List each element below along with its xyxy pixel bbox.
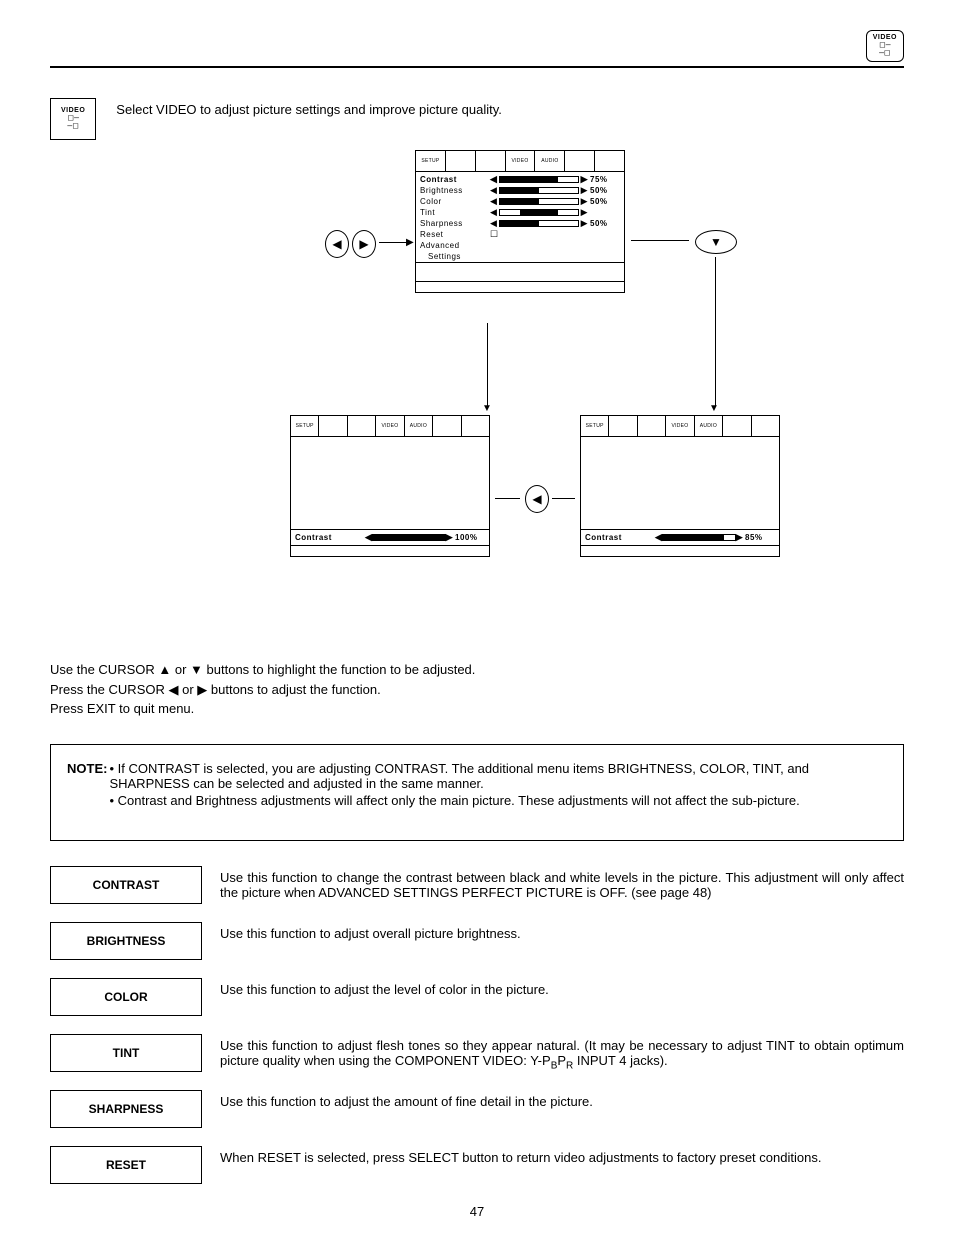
osd-tab — [476, 151, 506, 171]
osd-left-pct: 100% — [453, 533, 485, 542]
osd-tab — [638, 416, 666, 436]
osd-right-pct: 85% — [743, 533, 775, 542]
definition-row: RESET When RESET is selected, press SELEC… — [50, 1146, 904, 1184]
osd-row: Contrast◀▶75% — [420, 174, 620, 185]
dpad-left-icon: ◀ — [325, 230, 349, 258]
definition-label: TINT — [50, 1034, 202, 1072]
right-arrow-icon: ▶ — [197, 682, 207, 697]
osd-tab — [319, 416, 347, 436]
osd-tab — [348, 416, 376, 436]
osd-tab — [565, 151, 595, 171]
intro-row: VIDEO ◻——◻ Select VIDEO to adjust pictur… — [50, 98, 904, 140]
definition-label: RESET — [50, 1146, 202, 1184]
video-badge: VIDEO ◻——◻ — [866, 30, 904, 62]
definitions: CONTRAST Use this function to change the … — [50, 866, 904, 1184]
osd-tab: SETUP — [581, 416, 609, 436]
osd-row: Sharpness◀▶50% — [420, 218, 620, 229]
left-arrow-icon: ◀ — [168, 682, 178, 697]
osd-tab: VIDEO — [666, 416, 694, 436]
osd-tab — [752, 416, 779, 436]
diagram-area: ◀ ▶ ▶ SETUPVIDEOAUDIO Contrast◀▶75%Brigh… — [130, 150, 904, 650]
note-bullet-1: • If CONTRAST is selected, you are adjus… — [109, 761, 887, 791]
definition-row: BRIGHTNESS Use this function to adjust ov… — [50, 922, 904, 960]
definition-text: Use this function to adjust flesh tones … — [220, 1034, 904, 1072]
definition-text: Use this function to adjust the level of… — [220, 978, 904, 997]
down-arrow-icon: ▼ — [190, 662, 203, 677]
osd-right-label: Contrast — [585, 533, 655, 542]
definition-text: Use this function to adjust the amount o… — [220, 1090, 904, 1109]
page-number: 47 — [50, 1204, 904, 1219]
osd-tab: SETUP — [416, 151, 446, 171]
osd-tab — [609, 416, 637, 436]
note-box: NOTE: • If CONTRAST is selected, you are… — [50, 744, 904, 841]
up-arrow-icon: ▲ — [158, 662, 171, 677]
osd-tab: AUDIO — [695, 416, 723, 436]
definition-label: SHARPNESS — [50, 1090, 202, 1128]
definition-label: CONTRAST — [50, 866, 202, 904]
osd-row: Settings — [420, 251, 620, 262]
osd-row: Brightness◀▶50% — [420, 185, 620, 196]
osd-tab — [723, 416, 751, 436]
osd-main: SETUP VIDEOAUDIO Contrast◀▶75%Brightness◀… — [415, 150, 625, 293]
definition-row: CONTRAST Use this function to change the … — [50, 866, 904, 904]
dpad-right-icon: ▶ — [352, 230, 376, 258]
osd-row: Color◀▶50% — [420, 196, 620, 207]
osd-left-label: Contrast — [295, 533, 365, 542]
osd-row: Advanced — [420, 240, 620, 251]
definition-label: BRIGHTNESS — [50, 922, 202, 960]
osd-tab: AUDIO — [405, 416, 433, 436]
osd-tab — [595, 151, 624, 171]
osd-tab — [433, 416, 461, 436]
definition-text: Use this function to adjust overall pict… — [220, 922, 904, 941]
definition-label: COLOR — [50, 978, 202, 1016]
osd-tab — [462, 416, 489, 436]
osd-row: Tint◀▶ — [420, 207, 620, 218]
osd-tab: VIDEO — [506, 151, 536, 171]
osd-tab — [446, 151, 476, 171]
note-bullet-2: • Contrast and Brightness adjustments wi… — [109, 793, 887, 808]
osd-right: SETUPVIDEOAUDIO Contrast ◀ ▶ 85% — [580, 415, 780, 557]
osd-left: SETUPVIDEOAUDIO Contrast ◀ ▶ 100% — [290, 415, 490, 557]
dpad-down-icon: ▼ — [695, 230, 737, 254]
osd-tab: VIDEO — [376, 416, 404, 436]
intro-text: Select VIDEO to adjust picture settings … — [116, 102, 502, 117]
intro-video-icon-box: VIDEO ◻——◻ — [50, 98, 96, 140]
definition-row: TINT Use this function to adjust flesh to… — [50, 1034, 904, 1072]
instructions: Use the CURSOR ▲ or ▼ buttons to highlig… — [50, 660, 904, 719]
dpad-left-center-icon: ◀ — [525, 485, 549, 513]
definition-row: COLOR Use this function to adjust the lev… — [50, 978, 904, 1016]
osd-tab: AUDIO — [535, 151, 565, 171]
note-label: NOTE: — [67, 761, 107, 808]
video-badge-glyph: ◻——◻ — [879, 42, 890, 58]
osd-row: Reset☐ — [420, 229, 620, 240]
header-bar: VIDEO ◻——◻ — [50, 30, 904, 68]
definition-text: Use this function to change the contrast… — [220, 866, 904, 900]
definition-row: SHARPNESS Use this function to adjust the… — [50, 1090, 904, 1128]
definition-text: When RESET is selected, press SELECT but… — [220, 1146, 904, 1165]
osd-tab: SETUP — [291, 416, 319, 436]
